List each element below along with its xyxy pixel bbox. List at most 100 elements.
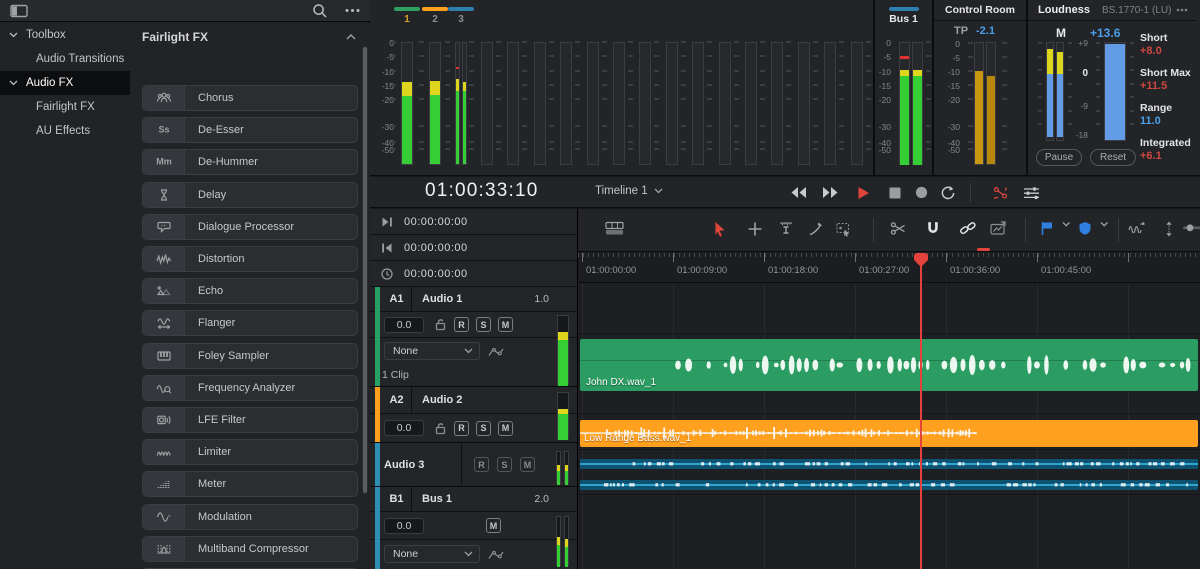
razor-tool-icon[interactable] (778, 221, 794, 236)
gain-field[interactable]: 0.0 (384, 420, 424, 436)
sidebar-item-fairlight-fx[interactable]: Fairlight FX (0, 95, 130, 119)
mute-button[interactable]: M (520, 457, 535, 472)
fx-item-multiband-compressor[interactable]: Multiband Compressor (142, 535, 358, 562)
chevron-sm-icon[interactable] (1100, 221, 1109, 228)
mute-button[interactable]: M (498, 317, 513, 332)
audio-clip-john-dx[interactable]: John DX.wav_1 (580, 339, 1198, 391)
audio-clip-audio3-lane1[interactable] (580, 459, 1198, 469)
lock-icon[interactable] (434, 318, 447, 331)
rewind-button[interactable] (787, 184, 809, 201)
jog-row[interactable]: 00:00:00:00 (370, 261, 577, 287)
selection-tool-icon[interactable] (712, 221, 728, 237)
jog-row[interactable]: 00:00:00:00 (370, 235, 577, 261)
momentary-value: +13.6 (1090, 26, 1121, 40)
sidebar-item-toolbox[interactable]: Toolbox (0, 23, 130, 47)
search-icon[interactable] (312, 3, 327, 18)
playhead[interactable] (914, 253, 928, 569)
fx-item-delay[interactable]: Delay (142, 181, 358, 208)
clip-label: Low Range Bass.wav_1 (584, 433, 692, 444)
sidebar-item-audio-fx[interactable]: Audio FX (0, 71, 130, 95)
fx-item-modulation[interactable]: Modulation (142, 503, 358, 530)
pen-tool-icon[interactable] (808, 221, 824, 237)
mute-button[interactable]: M (498, 420, 513, 436)
timeline-toolbar (578, 209, 1200, 252)
fast-forward-button[interactable] (819, 184, 841, 201)
link-icon[interactable] (960, 221, 976, 235)
meter-fill (557, 537, 560, 545)
chevron-sm-icon[interactable] (1062, 221, 1071, 228)
play-button[interactable] (852, 184, 874, 201)
track-header-audio3[interactable]: Audio 3 R S M (370, 443, 577, 487)
audio-clip-low-range-bass[interactable]: Low Range Bass.wav_1 (580, 420, 1198, 447)
automation-icon[interactable] (990, 184, 1012, 201)
sidebar-item-audio-transitions[interactable]: Audio Transitions (0, 47, 130, 71)
solo-button[interactable]: S (476, 317, 491, 332)
mute-button[interactable]: M (486, 518, 501, 533)
lock-icon[interactable] (434, 422, 447, 435)
meter-tick (707, 148, 713, 150)
waveform-zoom-icon[interactable] (1128, 221, 1145, 233)
mixer-icon[interactable] (1020, 184, 1042, 201)
record-button[interactable] (910, 184, 932, 201)
razor-cut-icon[interactable] (890, 221, 906, 236)
meter-tick (733, 70, 739, 72)
gain-field[interactable]: 0.0 (384, 316, 424, 333)
meter-tick (548, 84, 554, 86)
fx-item-de-esser[interactable]: Ss De-Esser (142, 117, 358, 144)
gain-field[interactable]: 0.0 (384, 517, 424, 534)
audio-clip-audio3-lane2[interactable] (580, 480, 1198, 490)
fx-item-foley-sampler[interactable]: Foley Sampler (142, 342, 358, 369)
zoom-slider-icon[interactable] (1183, 221, 1200, 235)
track-header-audio2[interactable]: A2 Audio 2 0.0 R S M (370, 387, 577, 443)
fx-item-frequency-analyzer[interactable]: Frequency Analyzer (142, 374, 358, 401)
loop-button[interactable] (936, 184, 958, 201)
automation-curve-icon[interactable] (488, 346, 504, 357)
meter-tick (548, 55, 554, 57)
record-arm-button[interactable]: R (454, 317, 469, 332)
track-height-icon[interactable] (1162, 221, 1176, 237)
timeline-ruler[interactable]: 01:00:00:00 01:00:09:00 01:00:18:00 01:00:2… (578, 253, 1200, 283)
retime-icon[interactable] (990, 221, 1007, 236)
fx-item-chorus[interactable]: Chorus (142, 85, 358, 111)
solo-button[interactable]: S (476, 420, 491, 436)
toolbar-divider (1025, 218, 1026, 242)
record-arm-button[interactable]: R (454, 420, 469, 436)
trim-tool-icon[interactable] (747, 221, 763, 237)
panel-toggle-icon[interactable] (10, 4, 28, 18)
record-arm-button[interactable]: R (474, 457, 489, 472)
timeline-lanes[interactable]: John DX.wav_1 Low Range Bass.wav_1 (578, 284, 1200, 569)
reset-button[interactable]: Reset (1090, 149, 1136, 166)
fx-list-scrollbar[interactable] (362, 46, 368, 494)
keyframe-select-icon[interactable] (836, 221, 853, 238)
ruler-minor-tick (1129, 253, 1131, 257)
effects-slot-dropdown[interactable]: None (384, 342, 480, 360)
timeline-marker-red[interactable] (977, 248, 990, 251)
effects-slot-dropdown[interactable]: None (384, 545, 480, 563)
meter-scale-label: -30 (381, 122, 394, 132)
loudness-options-icon[interactable] (1176, 8, 1188, 12)
sidebar-item-au-effects[interactable]: AU Effects (0, 119, 130, 143)
fx-item-limiter[interactable]: Limiter (142, 439, 358, 466)
automation-curve-icon[interactable] (488, 549, 504, 560)
chevron-up-icon[interactable] (346, 34, 356, 40)
flag-icon[interactable] (1040, 221, 1053, 236)
track-header-audio1[interactable]: A1 Audio 1 1.0 0.0 R S M None 1 Clip (370, 287, 577, 387)
stop-button[interactable] (884, 184, 906, 201)
solo-button[interactable]: S (497, 457, 512, 472)
jog-row[interactable]: 00:00:00:00 (370, 209, 577, 235)
track-header-bus1[interactable]: B1 Bus 1 2.0 0.0 M None (370, 487, 577, 569)
fx-item-dialogue-processor[interactable]: Dialogue Processor (142, 213, 358, 240)
fx-item-echo[interactable]: Echo (142, 278, 358, 305)
marker-icon[interactable] (1078, 221, 1092, 236)
options-icon[interactable] (345, 8, 360, 13)
ruler-minor-tick (1104, 253, 1106, 257)
fx-item-flanger[interactable]: Flanger (142, 310, 358, 337)
fx-item-lfe-filter[interactable]: LFE Filter (142, 407, 358, 433)
timeline-view-options-icon[interactable] (605, 221, 624, 236)
timeline-selector[interactable]: Timeline 1 (595, 185, 663, 197)
fx-item-de-hummer[interactable]: Mm De-Hummer (142, 149, 358, 176)
pause-button[interactable]: Pause (1036, 149, 1082, 166)
snap-icon[interactable] (925, 221, 941, 235)
fx-item-distortion[interactable]: Distortion (142, 246, 358, 272)
fx-item-meter[interactable]: Meter (142, 471, 358, 498)
